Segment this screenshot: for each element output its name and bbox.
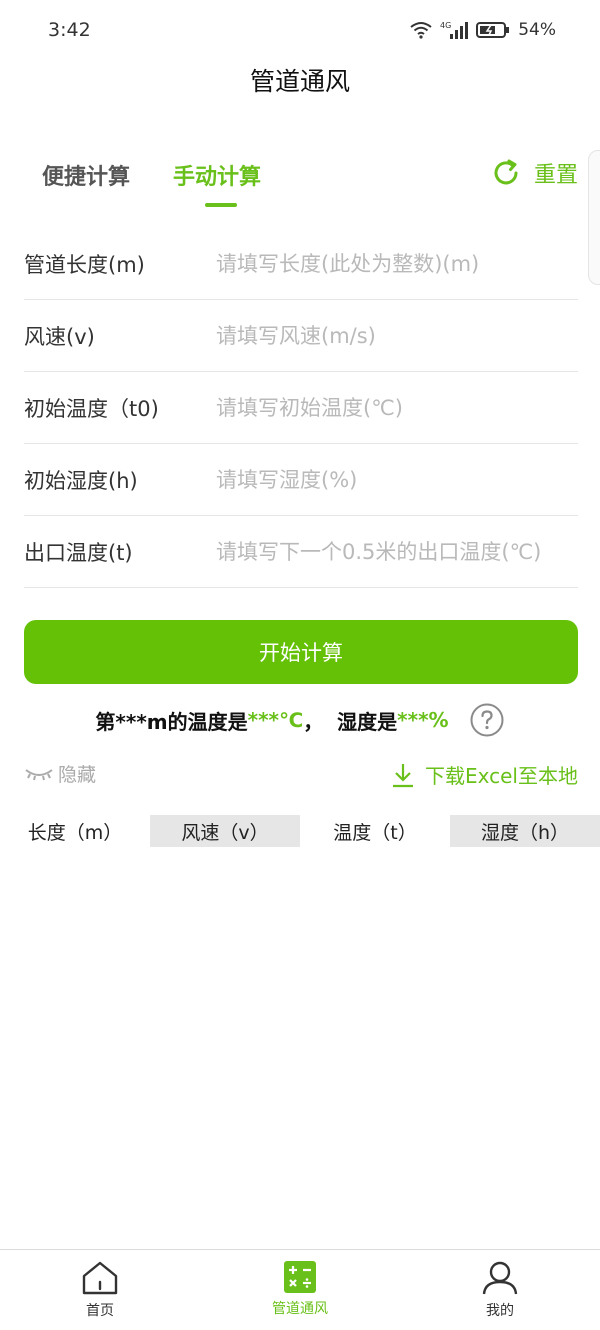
wind-speed-label: 风速(v): [24, 324, 95, 349]
outlet-temp-label: 出口温度(t): [24, 540, 133, 565]
reset-label: 重置: [533, 163, 578, 188]
wind-speed-input[interactable]: [216, 323, 578, 348]
page-title: 管道通风: [249, 67, 350, 96]
hide-label: 隐藏: [58, 764, 97, 786]
user-icon: [482, 1261, 518, 1295]
network-type: 4G: [440, 21, 451, 30]
form-row-initial-humidity: 初始湿度(h): [24, 444, 578, 516]
side-drawer-handle[interactable]: [588, 150, 600, 285]
active-tab-indicator: [205, 203, 237, 207]
input-form: 管道长度(m) 风速(v) 初始温度（t0) 初始湿度(h) 出口温度(t): [24, 228, 578, 588]
form-row-length: 管道长度(m): [24, 228, 578, 300]
home-icon: [82, 1261, 118, 1295]
bottom-nav: 首页 管道通风 我的: [0, 1249, 600, 1330]
status-bar: 3:42 4G 54%: [0, 0, 600, 60]
wifi-icon: [410, 22, 432, 39]
tab-quick-calc[interactable]: 便捷计算: [42, 159, 130, 191]
result-temp-value: ***℃: [247, 708, 304, 732]
initial-temp-input[interactable]: [216, 395, 578, 420]
nav-home[interactable]: 首页: [0, 1250, 200, 1330]
form-row-initial-temp: 初始温度（t0): [24, 372, 578, 444]
initial-humidity-input[interactable]: [216, 467, 578, 492]
nav-mine-label: 我的: [486, 1303, 514, 1319]
download-label: 下载Excel至本地: [425, 764, 578, 788]
result-humidity-value: ***%: [397, 708, 449, 732]
start-calc-button[interactable]: 开始计算: [24, 620, 578, 684]
hide-toggle[interactable]: 隐藏: [24, 760, 96, 787]
refresh-icon: [494, 159, 518, 185]
download-icon: [393, 763, 414, 787]
result-prefix: 第***m的温度是: [95, 709, 248, 734]
nav-duct-ventilation-label: 管道通风: [272, 1301, 328, 1317]
status-icons: 4G 54%: [410, 20, 556, 40]
status-time: 3:42: [48, 19, 91, 41]
calculator-icon: [284, 1261, 316, 1293]
form-row-outlet-temp: 出口温度(t): [24, 516, 578, 588]
battery-percent: 54%: [518, 20, 556, 40]
nav-mine[interactable]: 我的: [400, 1250, 600, 1330]
eye-closed-icon: [25, 768, 53, 780]
download-excel-button[interactable]: 下载Excel至本地: [391, 760, 578, 789]
table-header-temperature: 温度（t）: [333, 821, 417, 844]
battery-icon: [476, 22, 510, 38]
reset-button[interactable]: 重置: [490, 157, 578, 189]
form-row-wind-speed: 风速(v): [24, 300, 578, 372]
signal-icon: 4G: [440, 21, 469, 39]
initial-temp-label: 初始温度（t0): [24, 396, 159, 421]
length-label: 管道长度(m): [24, 252, 145, 277]
initial-humidity-label: 初始湿度(h): [24, 468, 138, 493]
nav-duct-ventilation[interactable]: 管道通风: [200, 1250, 400, 1330]
help-icon[interactable]: [469, 702, 505, 738]
tab-bar: 便捷计算 手动计算 重置: [0, 155, 600, 215]
length-input[interactable]: [216, 251, 578, 276]
table-header-humidity: 湿度（h）: [450, 815, 600, 847]
outlet-temp-input[interactable]: [216, 539, 578, 564]
nav-home-label: 首页: [86, 1303, 114, 1319]
result-separator: ， 湿度是: [303, 709, 398, 734]
table-header-wind-speed: 风速（v）: [150, 815, 300, 847]
result-line: 第***m的温度是 ***℃ ， 湿度是 ***%: [0, 702, 600, 738]
result-table-header: 长度（m） 风速（v） 温度（t） 湿度（h）: [0, 815, 600, 847]
table-header-length: 长度（m）: [27, 821, 123, 844]
tab-manual-calc[interactable]: 手动计算: [173, 159, 261, 191]
